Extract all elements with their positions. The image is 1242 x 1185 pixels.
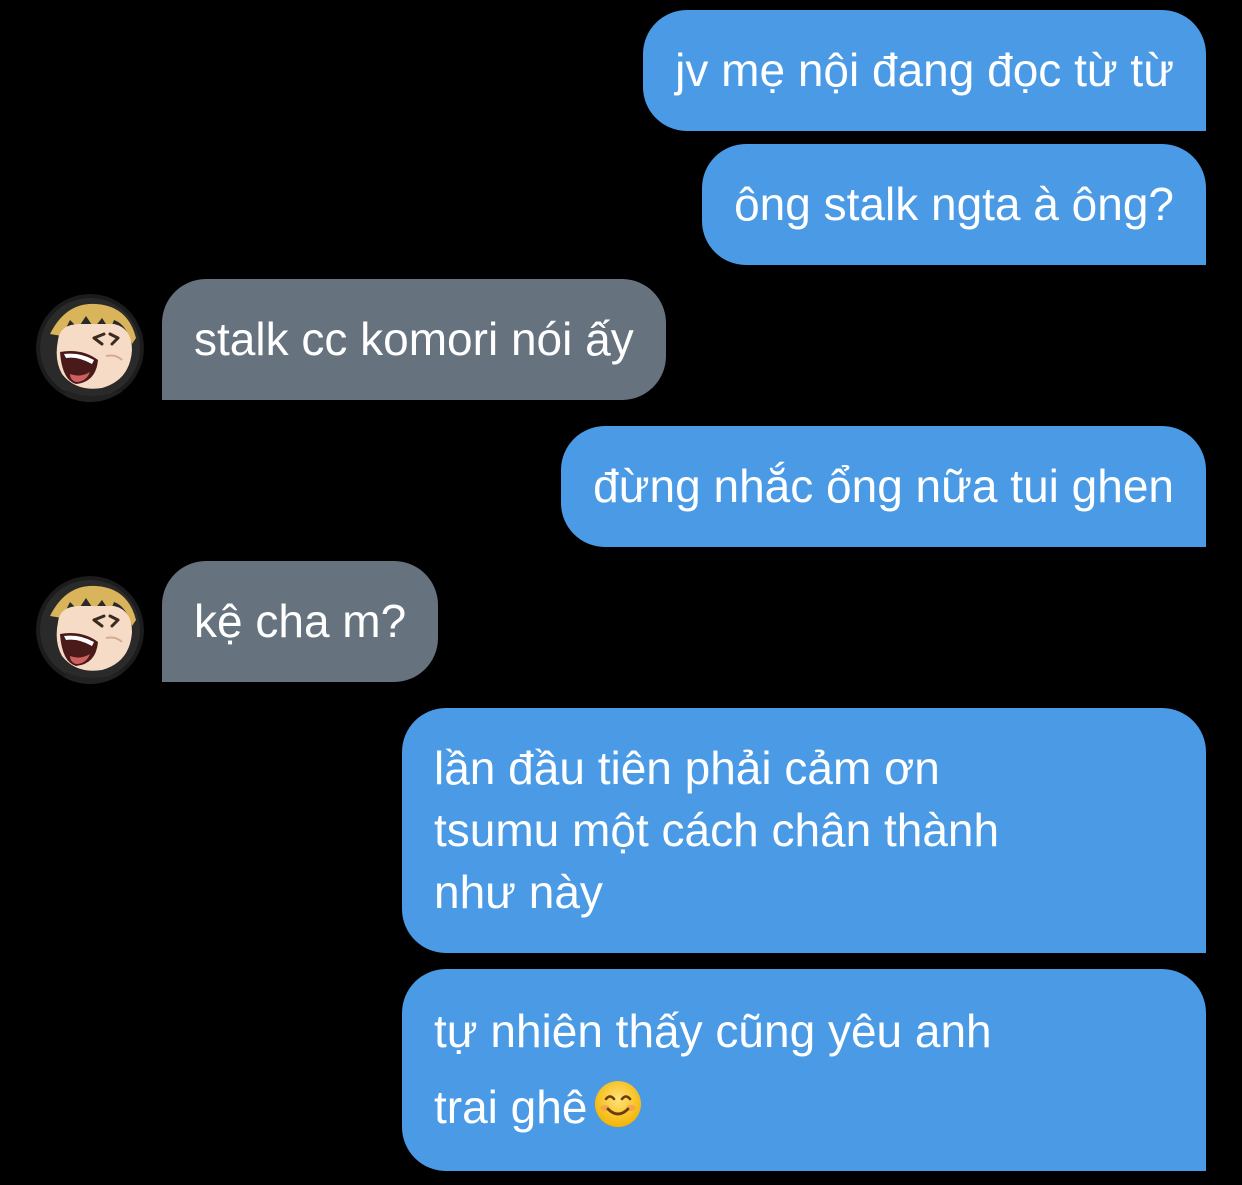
contact-avatar[interactable]	[36, 294, 144, 402]
outgoing-message-bubble[interactable]: lần đầu tiên phải cảm ơn tsumu một cách …	[402, 708, 1206, 953]
smiling-face-icon	[595, 1081, 642, 1127]
incoming-message-bubble[interactable]: stalk cc komori nói ấy	[162, 279, 666, 400]
message-text-line: lần đầu tiên phải cảm ơn	[434, 742, 940, 794]
contact-avatar[interactable]	[36, 576, 144, 684]
incoming-message-bubble[interactable]: kệ cha m?	[162, 561, 439, 682]
avatar-icon	[36, 576, 144, 684]
message-text: ông stalk ngta à ông?	[734, 178, 1174, 230]
message-text-line: tự nhiên thấy cũng yêu anh	[434, 1005, 992, 1057]
message-text: đừng nhắc ổng nữa tui ghen	[593, 460, 1174, 512]
message-text: stalk cc komori nói ấy	[194, 313, 634, 365]
outgoing-message-bubble[interactable]: jv mẹ nội đang đọc từ từ	[643, 10, 1206, 131]
outgoing-message-bubble[interactable]: đừng nhắc ổng nữa tui ghen	[561, 426, 1206, 547]
message-text-line: tsumu một cách chân thành	[434, 804, 1000, 856]
message-text-line: như này	[434, 866, 603, 918]
message-text: trai ghê	[434, 1081, 588, 1133]
message-text: jv mẹ nội đang đọc từ từ	[675, 44, 1174, 96]
outgoing-message-bubble[interactable]: tự nhiên thấy cũng yêu anh trai ghê	[402, 969, 1206, 1171]
message-text-line-with-emoji: trai ghê	[434, 1069, 1174, 1145]
message-text: kệ cha m?	[194, 595, 407, 647]
outgoing-message-bubble[interactable]: ông stalk ngta à ông?	[702, 144, 1206, 265]
chat-thread: jv mẹ nội đang đọc từ từ ông stalk ngta …	[0, 0, 1242, 1185]
avatar-icon	[36, 294, 144, 402]
